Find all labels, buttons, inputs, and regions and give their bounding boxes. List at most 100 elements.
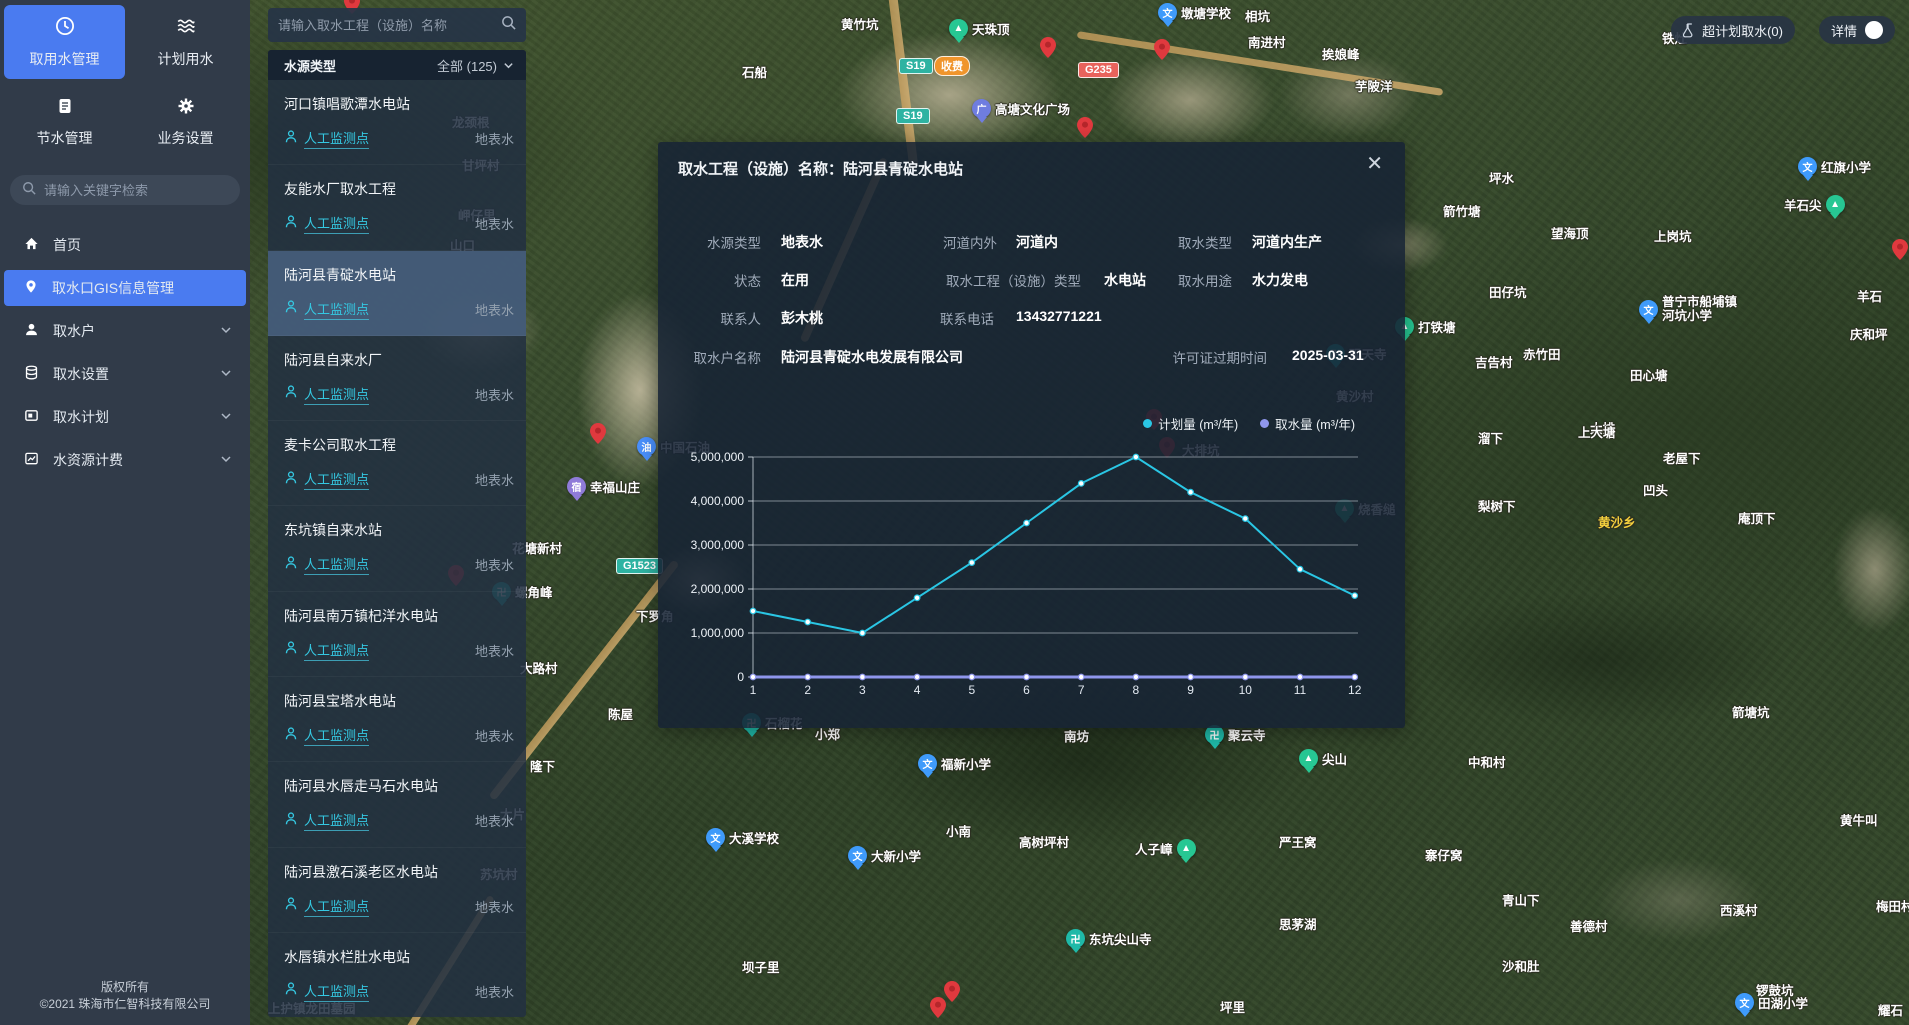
station-search-input[interactable]: [278, 18, 501, 33]
peak-pin[interactable]: 羊石尖▲: [1784, 195, 1845, 214]
school-pin-glyph: 文: [1163, 5, 1173, 20]
station-list-item[interactable]: 水唇镇水栏肚水电站人工监测点地表水: [268, 933, 526, 1017]
station-list-item[interactable]: 陆河县激石溪老区水电站人工监测点地表水: [268, 848, 526, 933]
plaza-pin[interactable]: 广高塘文化广场: [972, 99, 1070, 118]
school-pin[interactable]: 文: [1798, 157, 1817, 176]
monitor-type-link[interactable]: 人工监测点: [304, 810, 369, 831]
station-list-item[interactable]: 陆河县自来水厂人工监测点地表水: [268, 336, 526, 421]
app-tile-取用水管理[interactable]: 取用水管理: [4, 5, 125, 79]
app-tile-计划用水[interactable]: 计划用水: [125, 5, 246, 79]
copyright-line1: 版权所有: [0, 979, 250, 996]
map-label: 南进村: [1248, 32, 1286, 51]
monitor-type-link[interactable]: 人工监测点: [304, 384, 369, 405]
monitor-type-link[interactable]: 人工监测点: [304, 981, 369, 1002]
school-pin[interactable]: 文墩塘学校: [1158, 3, 1231, 22]
hotel-pin[interactable]: 宿幸福山庄: [567, 477, 640, 496]
peak-pin[interactable]: ▲: [1299, 749, 1318, 768]
sidebar-item-取水户[interactable]: 取水户: [4, 313, 246, 349]
peak-pin[interactable]: 人子嶂▲: [1135, 839, 1196, 858]
water-source-type: 地表水: [475, 811, 514, 830]
monitor-type-link[interactable]: 人工监测点: [304, 725, 369, 746]
sidebar-search-input[interactable]: [44, 183, 228, 198]
station-marker-pin[interactable]: [1892, 239, 1908, 260]
plaza-pin[interactable]: 广: [972, 99, 991, 118]
school-pin[interactable]: 文大新小学: [848, 846, 921, 865]
school-pin[interactable]: 文普宁市船埔镇河坑小学: [1639, 295, 1737, 323]
monitor-type-link[interactable]: 人工监测点: [304, 896, 369, 917]
monitor-type-link[interactable]: 人工监测点: [304, 640, 369, 661]
peak-pin[interactable]: ▲: [1177, 839, 1196, 858]
place-name: 庵顶下: [1738, 508, 1776, 527]
map-label: 耀石: [1878, 1000, 1903, 1019]
person-icon: [284, 981, 298, 1001]
station-list-item[interactable]: 陆河县青碇水电站人工监测点地表水: [268, 251, 526, 336]
gas-station-pin[interactable]: 油: [637, 437, 656, 456]
station-name: 陆河县自来水厂: [284, 350, 514, 370]
hotel-pin[interactable]: 宿: [567, 477, 586, 496]
sidebar-item-首页[interactable]: 首页: [4, 227, 246, 263]
station-list-item[interactable]: 陆河县水唇走马石水电站人工监测点地表水: [268, 762, 526, 847]
over-plan-label: 超计划取水(0): [1702, 21, 1783, 40]
map-label: 思茅湖: [1279, 914, 1317, 933]
peak-pin[interactable]: ▲: [949, 19, 968, 38]
over-plan-button[interactable]: 超计划取水(0): [1671, 16, 1795, 44]
station-list-item[interactable]: 东坑镇自来水站人工监测点地表水: [268, 506, 526, 591]
legend-item[interactable]: 计划量 (m³/年): [1143, 414, 1238, 433]
station-panel-header: 水源类型 全部 (125): [268, 50, 526, 80]
station-search[interactable]: [268, 8, 526, 42]
monitor-type-link[interactable]: 人工监测点: [304, 213, 369, 234]
sidebar-item-水资源计费[interactable]: 水资源计费: [4, 442, 246, 478]
station-list-item[interactable]: 友能水厂取水工程人工监测点地表水: [268, 165, 526, 250]
station-list-item[interactable]: 陆河县南万镇杞洋水电站人工监测点地表水: [268, 592, 526, 677]
school-pin[interactable]: 文: [706, 828, 725, 847]
app-tile-业务设置[interactable]: 业务设置: [125, 85, 246, 159]
school-pin[interactable]: 文: [848, 846, 867, 865]
map-label: 田仔坑: [1489, 282, 1527, 301]
place-name: 善德村: [1570, 916, 1608, 935]
water-source-type: 地表水: [475, 555, 514, 574]
temple-pin[interactable]: 卍东坑尖山寺: [1066, 929, 1152, 948]
station-marker-pin[interactable]: [930, 997, 946, 1018]
sidebar-search[interactable]: [10, 175, 240, 205]
peak-pin[interactable]: ▲天珠顶: [949, 19, 1010, 38]
filter-dropdown[interactable]: 全部 (125): [437, 56, 514, 75]
sidebar-item-取水计划[interactable]: 取水计划: [4, 399, 246, 435]
monitor-type-link[interactable]: 人工监测点: [304, 128, 369, 149]
school-pin[interactable]: 文: [1735, 993, 1754, 1012]
station-marker-pin[interactable]: [1077, 117, 1093, 138]
close-icon[interactable]: ✕: [1366, 154, 1383, 174]
detail-toggle[interactable]: 详情: [1819, 16, 1895, 44]
station-marker-pin[interactable]: [1040, 37, 1056, 58]
peak-pin[interactable]: ▲尖山: [1299, 749, 1347, 768]
map-label: 箭塘坑: [1732, 702, 1770, 721]
app-tile-节水管理[interactable]: 节水管理: [4, 85, 125, 159]
peak-pin[interactable]: ▲: [1826, 195, 1845, 214]
school-pin[interactable]: 文: [1639, 300, 1658, 319]
search-icon[interactable]: [501, 15, 516, 35]
poi-label: 红旗小学: [1821, 157, 1871, 176]
legend-item[interactable]: 取水量 (m³/年): [1260, 414, 1355, 433]
monitor-type-link[interactable]: 人工监测点: [304, 469, 369, 490]
monitor-type-link[interactable]: 人工监测点: [304, 554, 369, 575]
sidebar-item-取水口GIS信息管理[interactable]: 取水口GIS信息管理: [4, 270, 246, 306]
school-pin[interactable]: 文: [918, 754, 937, 773]
svg-text:4: 4: [914, 683, 921, 697]
school-pin[interactable]: 文: [1158, 3, 1177, 22]
station-marker-pin[interactable]: [590, 423, 606, 444]
school-pin[interactable]: 文福新小学: [918, 754, 991, 773]
menu-label: 取水计划: [53, 407, 206, 427]
place-name: 老屋下: [1663, 448, 1701, 467]
school-pin[interactable]: 文田湖小学: [1735, 993, 1808, 1012]
school-pin[interactable]: 文大溪学校: [706, 828, 779, 847]
station-list-item[interactable]: 麦卡公司取水工程人工监测点地表水: [268, 421, 526, 506]
school-pin[interactable]: 文红旗小学: [1798, 157, 1871, 176]
temple-pin[interactable]: 卍: [1066, 929, 1085, 948]
station-list-item[interactable]: 河口镇唱歌潭水电站人工监测点地表水: [268, 80, 526, 165]
monitor-type-link[interactable]: 人工监测点: [304, 299, 369, 320]
station-list-item[interactable]: 陆河县宝塔水电站人工监测点地表水: [268, 677, 526, 762]
station-marker-pin[interactable]: [1154, 39, 1170, 60]
poi-label: 大溪学校: [729, 828, 779, 847]
toggle-knob[interactable]: [1865, 21, 1883, 39]
sidebar-item-取水设置[interactable]: 取水设置: [4, 356, 246, 392]
station-marker-pin[interactable]: [944, 981, 960, 1002]
